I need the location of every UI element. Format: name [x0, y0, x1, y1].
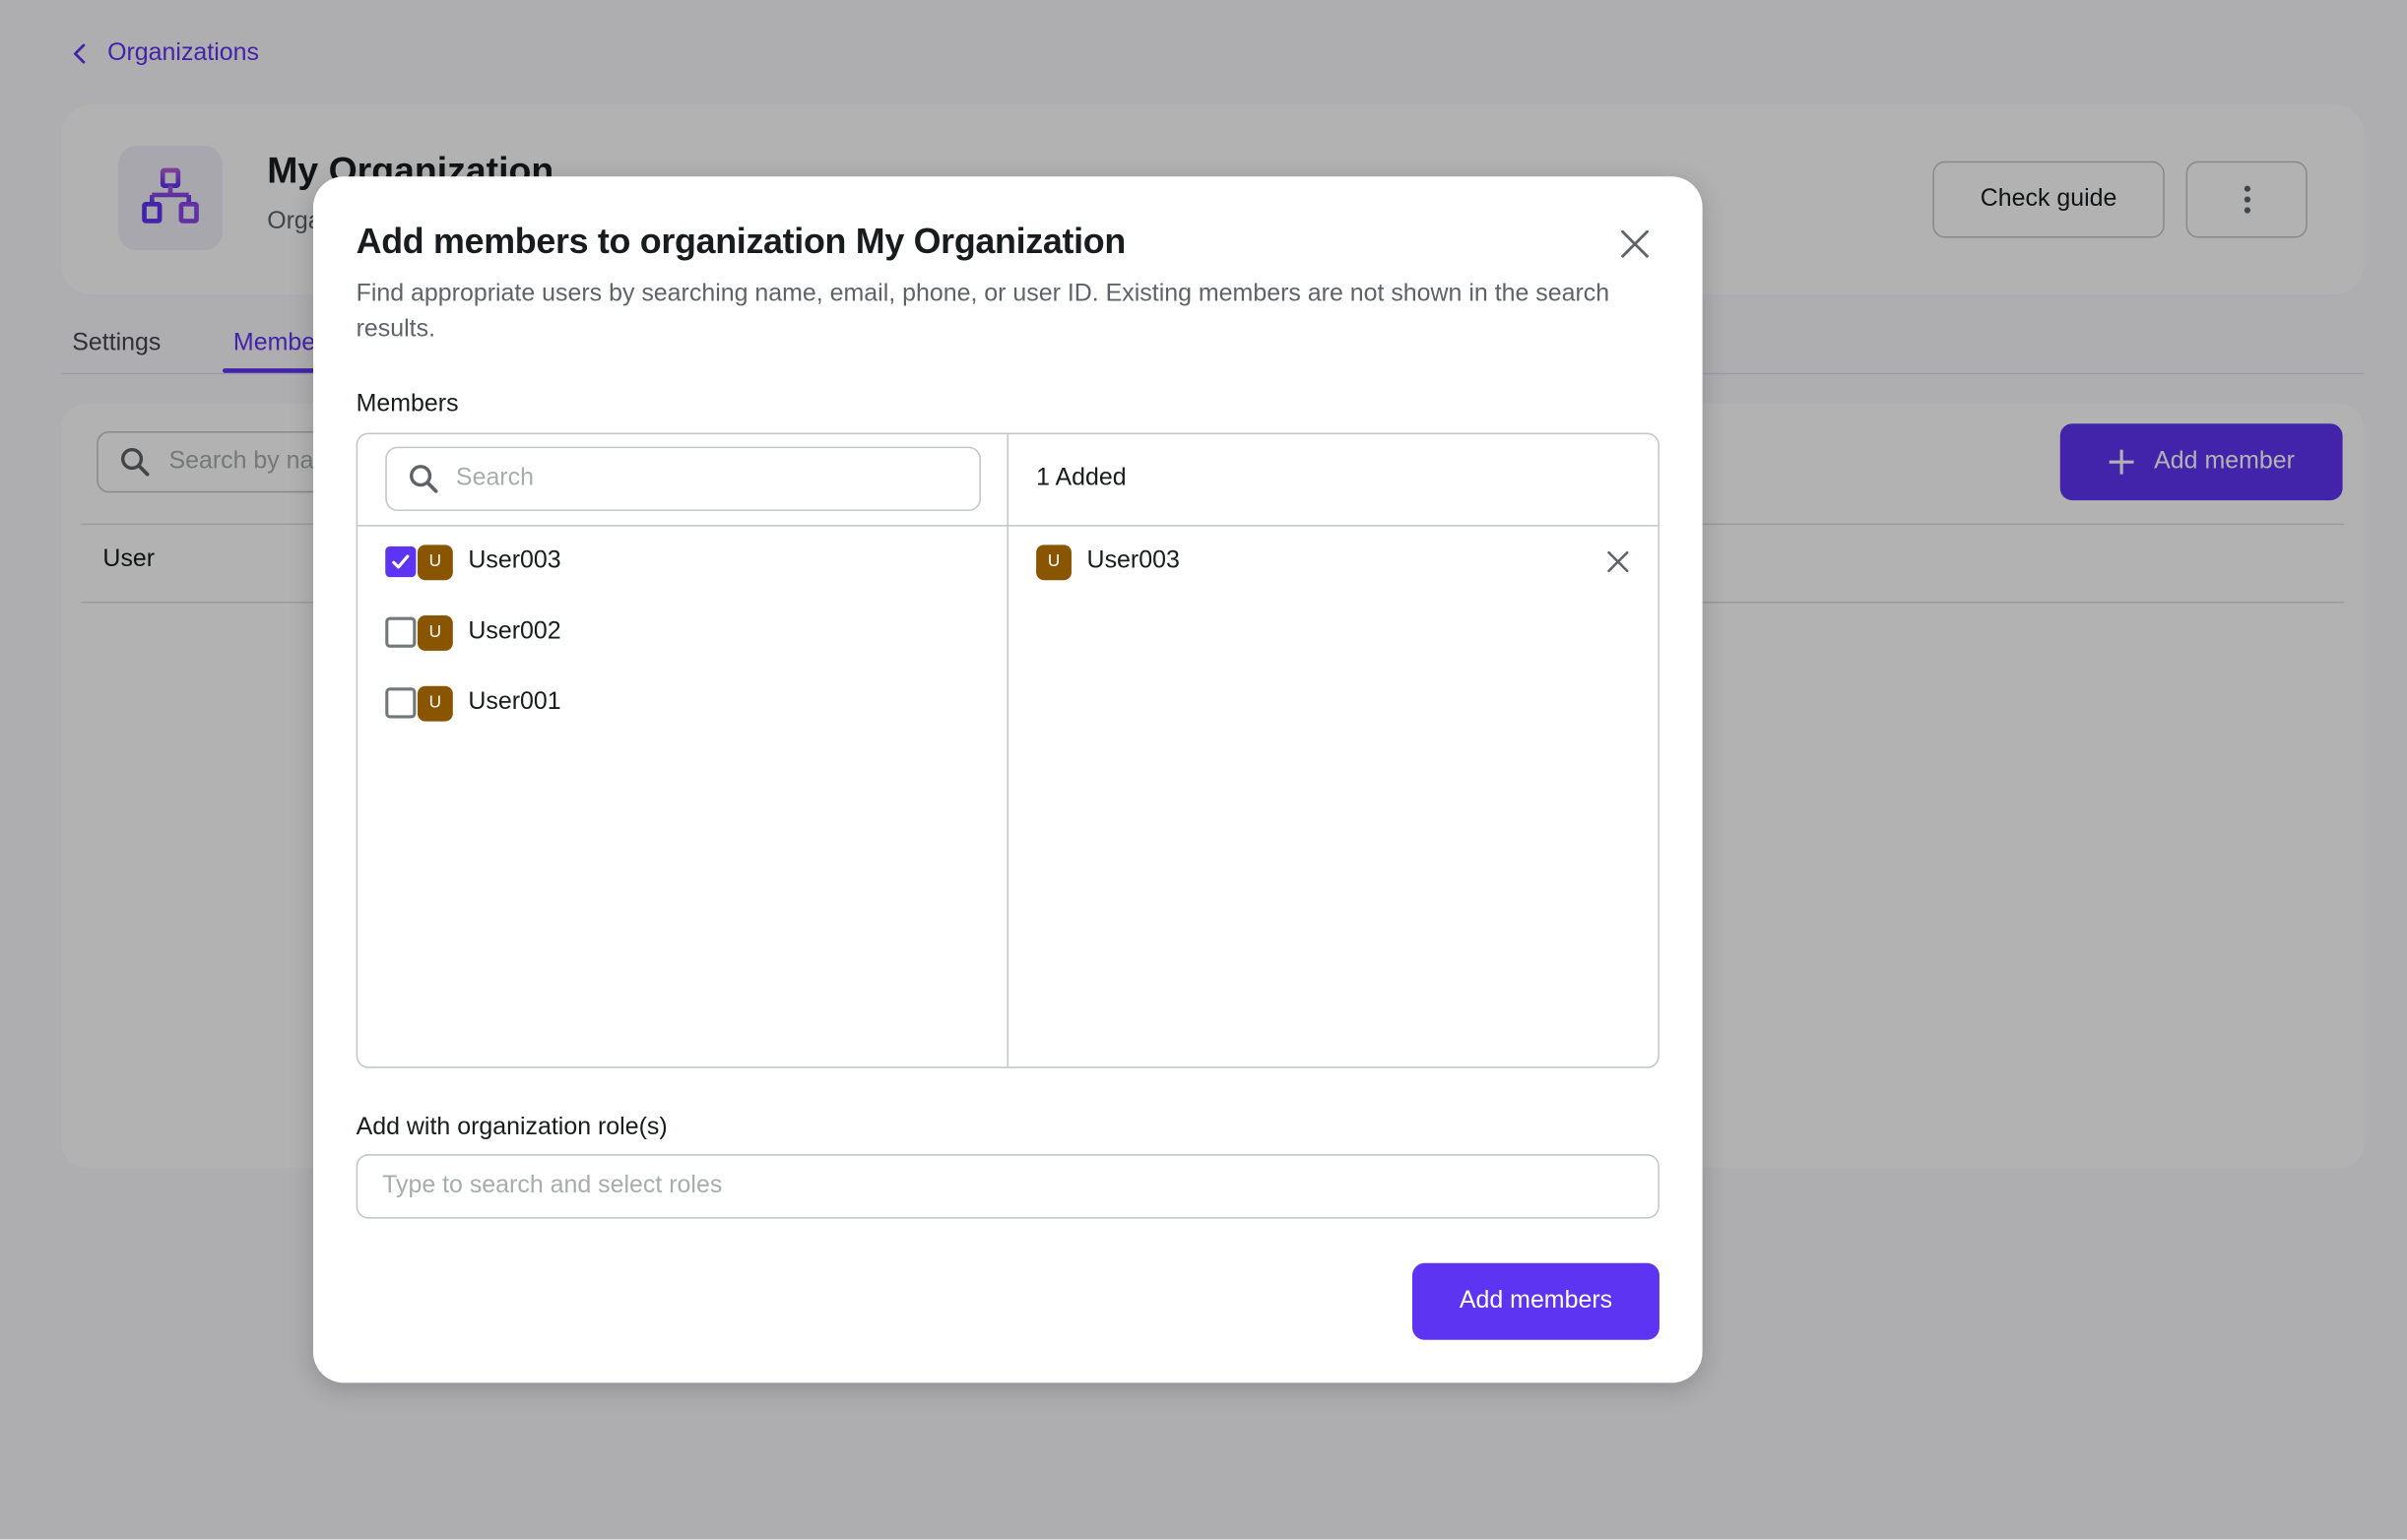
- user-option-user002[interactable]: U User002: [385, 612, 561, 653]
- user-checkbox[interactable]: [385, 687, 417, 719]
- avatar: U: [417, 614, 453, 651]
- roles-field-label: Add with organization role(s): [356, 1114, 668, 1141]
- add-members-button[interactable]: Add members: [1412, 1262, 1659, 1340]
- checkmark-icon: [392, 554, 410, 569]
- available-users-header: [358, 434, 1008, 527]
- user-option-user003[interactable]: U User003: [385, 542, 561, 582]
- added-count: 1 Added: [1036, 465, 1127, 491]
- user-search-input[interactable]: [455, 465, 947, 493]
- close-icon: [1607, 550, 1629, 573]
- avatar: U: [417, 544, 453, 580]
- members-transfer: U User003 U User002 U User001 1 Added: [356, 432, 1659, 1068]
- avatar: U: [417, 684, 453, 721]
- added-user-user003: U User003: [1036, 542, 1633, 582]
- user-name: User002: [468, 618, 561, 645]
- user-name: User003: [468, 547, 561, 574]
- added-users-header: 1 Added: [1008, 434, 1659, 527]
- remove-user-button[interactable]: [1602, 546, 1633, 577]
- added-users-pane: 1 Added U User003: [1008, 434, 1659, 1066]
- search-icon: [410, 465, 438, 493]
- modal-description: Find appropriate users by searching name…: [356, 281, 1610, 343]
- user-search-field[interactable]: [385, 446, 982, 512]
- avatar: U: [1036, 544, 1072, 580]
- user-checkbox[interactable]: [385, 616, 417, 648]
- add-members-modal: Add members to organization My Organizat…: [312, 176, 1703, 1383]
- user-name: User003: [1086, 547, 1180, 574]
- modal-title: Add members to organization My Organizat…: [356, 221, 1127, 261]
- available-users-pane: U User003 U User002 U User001: [358, 434, 1009, 1067]
- roles-input[interactable]: [356, 1154, 1659, 1219]
- user-checkbox[interactable]: [385, 545, 417, 578]
- user-name: User001: [468, 688, 561, 716]
- app-stage: Organizations My Organization Organizati…: [0, 0, 2407, 1540]
- members-field-label: Members: [356, 391, 459, 417]
- user-option-user001[interactable]: U User001: [385, 683, 561, 724]
- close-icon: [1621, 229, 1649, 258]
- close-modal-button[interactable]: [1615, 225, 1656, 265]
